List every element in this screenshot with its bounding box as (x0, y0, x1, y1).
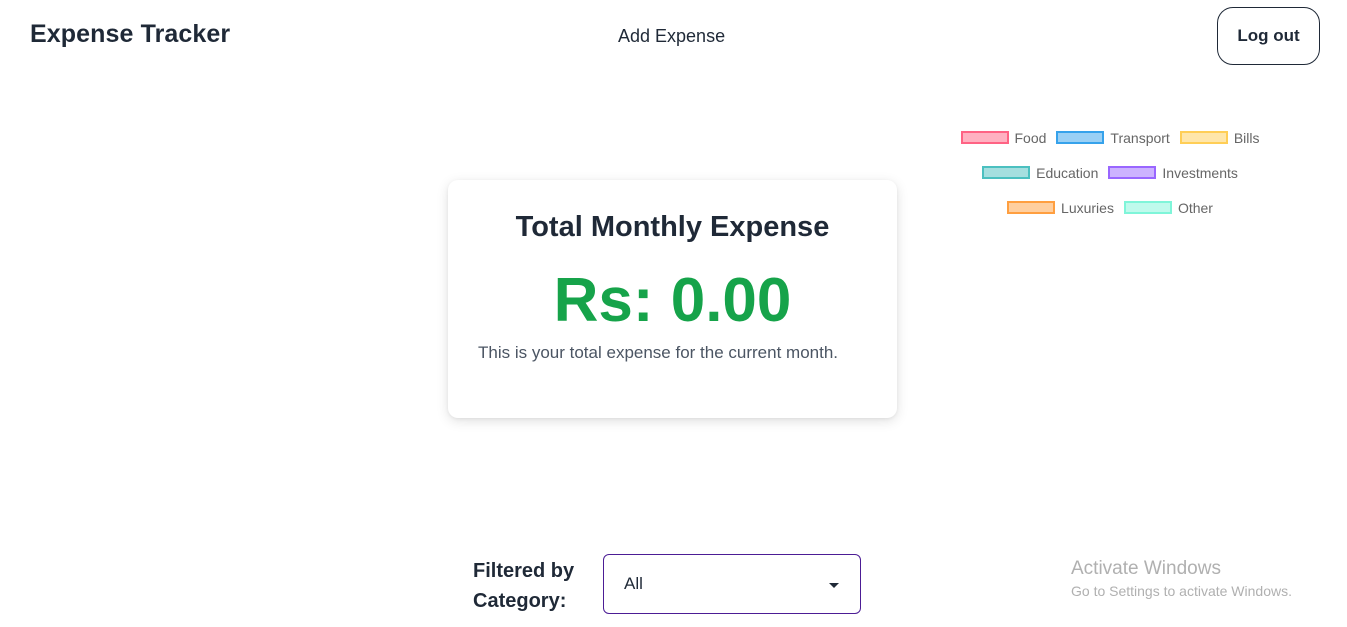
logout-button[interactable]: Log out (1217, 7, 1320, 65)
filter-label: Filtered by Category: (473, 556, 574, 616)
legend-item-luxuries[interactable]: Luxuries (1007, 198, 1114, 217)
activate-windows-subtitle: Go to Settings to activate Windows. (1071, 583, 1292, 599)
add-expense-link[interactable]: Add Expense (618, 26, 725, 47)
legend-swatch (1007, 201, 1056, 214)
legend-item-transport[interactable]: Transport (1056, 128, 1170, 147)
legend-label: Bills (1233, 129, 1260, 146)
total-amount: Rs: 0.00 (553, 266, 792, 335)
category-filter-select[interactable]: All (603, 554, 861, 614)
legend-label: Other (1177, 199, 1213, 216)
activate-windows-title: Activate Windows (1071, 558, 1221, 579)
category-filter-value: All (624, 574, 643, 593)
filter-label-line1: Filtered by (473, 560, 575, 582)
legend-swatch (960, 131, 1009, 144)
legend-swatch (1056, 131, 1105, 144)
total-expense-card: Total Monthly Expense Rs: 0.00 This is y… (448, 180, 897, 418)
legend-item-education[interactable]: Education (982, 163, 1098, 182)
legend-label: Transport (1110, 129, 1170, 146)
caret-down-icon (829, 583, 839, 588)
legend-label: Investments (1162, 164, 1238, 181)
legend-label: Luxuries (1061, 199, 1114, 216)
legend-swatch (1179, 131, 1228, 144)
legend-label: Food (1014, 129, 1047, 146)
legend-item-bills[interactable]: Bills (1179, 128, 1260, 147)
legend-item-investments[interactable]: Investments (1108, 163, 1238, 182)
filter-label-line2: Category: (473, 590, 567, 612)
card-description: This is your total expense for the curre… (478, 343, 839, 362)
legend-swatch (1108, 166, 1157, 179)
chart-legend: Food Transport Bills Education Investments Lu… (940, 128, 1280, 217)
legend-swatch (982, 166, 1031, 179)
page: Expense Tracker Add Expense Log out Food… (0, 0, 1347, 627)
legend-item-other[interactable]: Other (1123, 198, 1213, 217)
card-title: Total Monthly Expense (515, 211, 830, 243)
legend-item-food[interactable]: Food (960, 128, 1047, 147)
legend-label: Education (1036, 164, 1099, 181)
legend-swatch (1123, 201, 1172, 214)
app-title: Expense Tracker (30, 20, 231, 48)
